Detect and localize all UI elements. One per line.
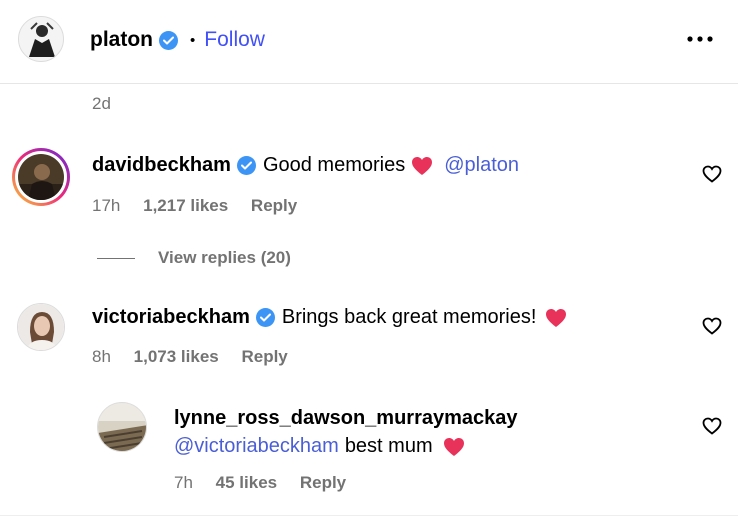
platon-avatar[interactable] <box>18 16 64 62</box>
reply-text: best mum <box>344 435 433 457</box>
comment-username[interactable]: davidbeckham <box>92 154 231 177</box>
reply-username[interactable]: lynne_ross_dawson_murraymackay <box>174 407 518 430</box>
lynne-avatar[interactable] <box>97 402 147 452</box>
reply-mention-link[interactable]: @victoriabeckham <box>174 435 339 458</box>
comment-mention-link[interactable]: @platon <box>444 154 519 177</box>
comment-victoriabeckham: victoriabeckham Brings back great memori… <box>0 292 738 382</box>
lynne-avatar-image <box>98 403 146 451</box>
separator-dot: • <box>190 31 196 49</box>
post-author-username[interactable]: platon <box>90 28 153 52</box>
comment-text: Brings back great memories! <box>281 306 537 328</box>
reply-button[interactable]: Reply <box>241 347 287 366</box>
comment-time: 8h <box>92 347 111 366</box>
red-heart-emoji <box>546 308 567 327</box>
reply-time: 7h <box>174 473 193 492</box>
comment-username[interactable]: victoriabeckham <box>92 306 250 329</box>
reply-button[interactable]: Reply <box>251 196 297 215</box>
bottom-divider <box>0 515 738 516</box>
reply-lynne: lynne_ross_dawson_murraymackay @victoria… <box>0 392 738 502</box>
verified-badge-icon <box>255 308 275 327</box>
comment-text: Good memories <box>262 154 406 176</box>
davidbeckham-avatar-image <box>18 154 64 200</box>
post-time: 2d <box>92 94 111 113</box>
victoriabeckham-avatar-image <box>18 304 64 350</box>
view-replies-button[interactable]: View replies (20) <box>158 248 291 268</box>
reply-button[interactable]: Reply <box>300 473 346 492</box>
post-header: platon • Follow <box>0 0 738 84</box>
red-heart-emoji <box>443 437 464 456</box>
davidbeckham-avatar[interactable] <box>12 148 70 206</box>
reply-likes-count[interactable]: 45 likes <box>216 473 277 492</box>
heart-outline-icon <box>702 417 722 435</box>
victoriabeckham-avatar[interactable] <box>17 303 65 351</box>
verified-badge-icon <box>159 30 178 50</box>
comment-likes-count[interactable]: 1,073 likes <box>134 347 219 366</box>
verified-badge-icon <box>236 156 256 175</box>
follow-button[interactable]: Follow <box>204 28 265 52</box>
comment-time: 17h <box>92 196 121 215</box>
comment-davidbeckham: davidbeckham Good memories @platon 17h 1… <box>0 140 738 270</box>
more-icon <box>687 36 713 42</box>
heart-outline-icon <box>702 317 722 335</box>
heart-outline-icon <box>702 165 722 183</box>
more-options-button[interactable] <box>686 30 716 50</box>
like-reply-button[interactable] <box>702 417 722 440</box>
red-heart-emoji <box>412 156 433 175</box>
platon-avatar-image <box>19 17 63 61</box>
comment-likes-count[interactable]: 1,217 likes <box>143 196 228 215</box>
like-comment-button[interactable] <box>702 317 722 340</box>
view-replies-divider <box>97 258 135 259</box>
like-comment-button[interactable] <box>702 165 722 188</box>
